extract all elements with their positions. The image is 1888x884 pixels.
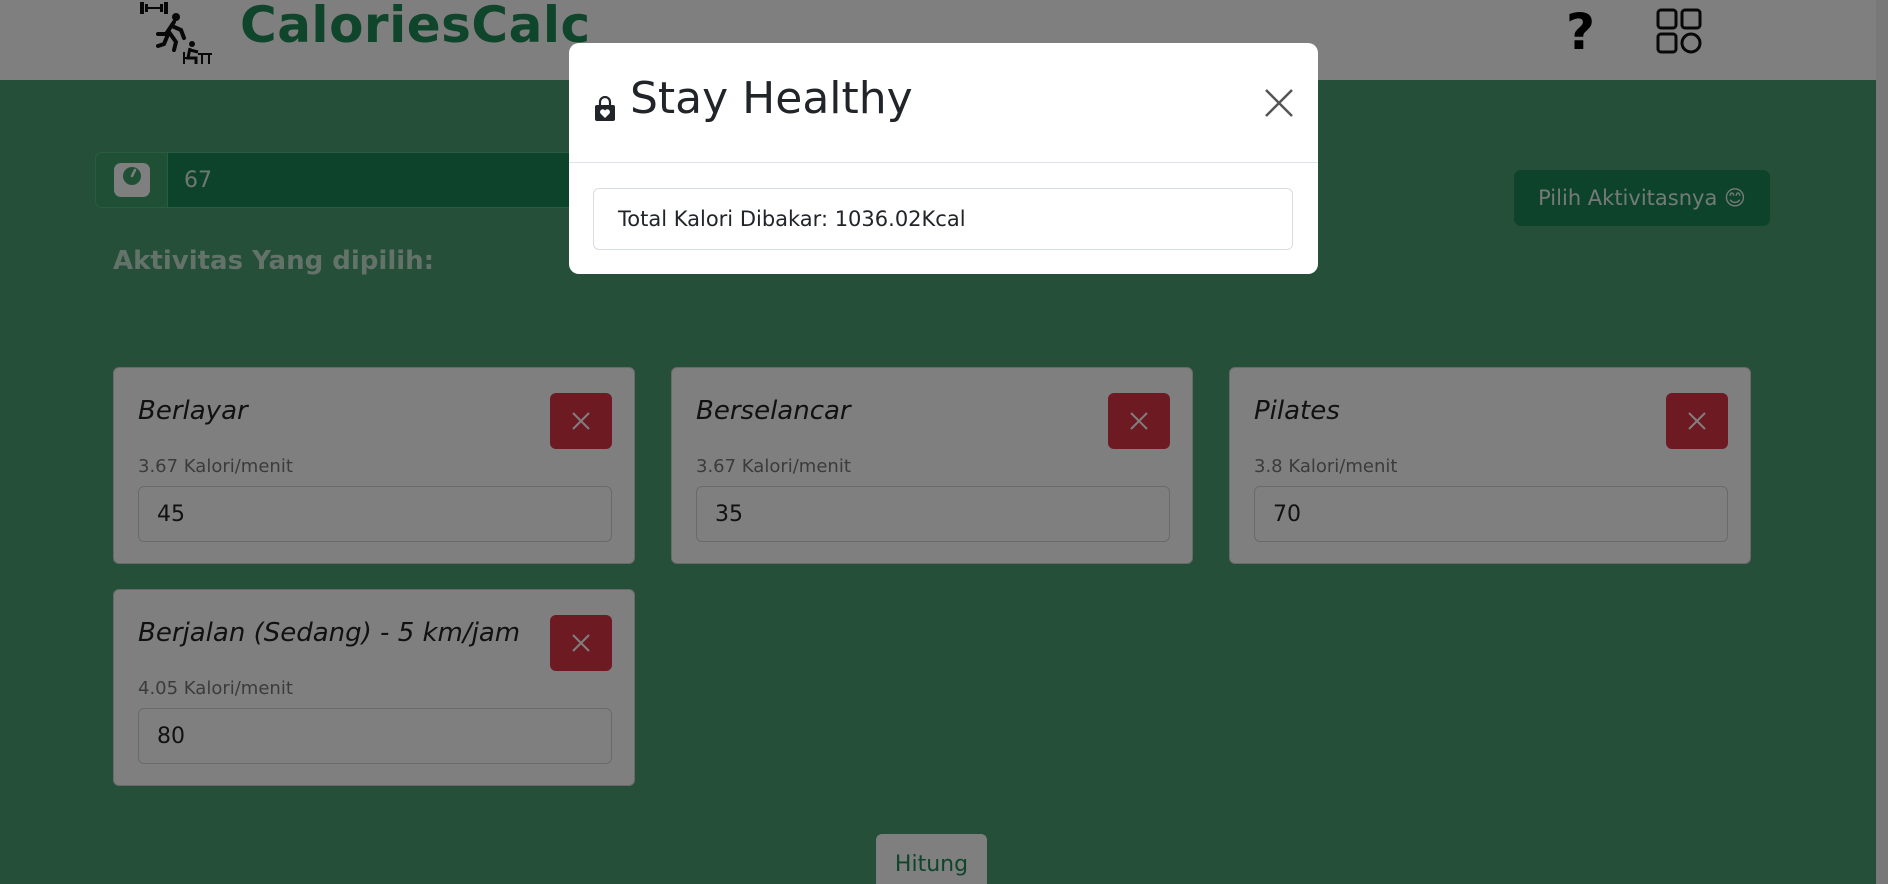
modal-close-button[interactable] — [1260, 85, 1298, 123]
total-calories-result: Total Kalori Dibakar: 1036.02Kcal — [593, 188, 1293, 250]
shopping-bag-heart-icon — [595, 96, 615, 121]
result-modal: Stay Healthy Total Kalori Dibakar: 1036.… — [569, 43, 1318, 274]
modal-title: Stay Healthy — [630, 73, 913, 124]
close-icon — [1265, 88, 1293, 117]
modal-header: Stay Healthy — [569, 43, 1318, 163]
